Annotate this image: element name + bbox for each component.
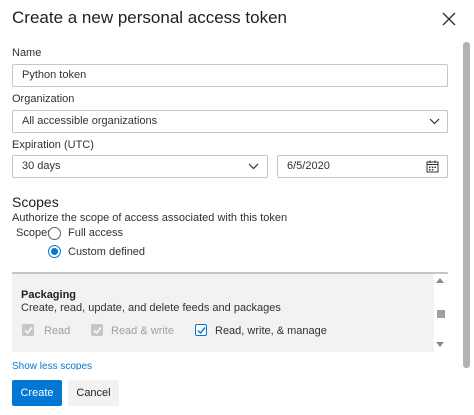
- packaging-title: Packaging: [21, 289, 77, 301]
- organization-select-value: All accessible organizations: [22, 115, 158, 127]
- name-input[interactable]: Python token: [12, 64, 448, 87]
- read-write-manage-checkbox[interactable]: [195, 324, 207, 336]
- dialog-title: Create a new personal access token: [12, 8, 287, 27]
- scopes-title: Scopes: [12, 194, 59, 210]
- read-label: Read: [44, 325, 71, 337]
- read-write-checkbox[interactable]: [91, 324, 103, 336]
- expiration-select-value: 30 days: [22, 160, 61, 172]
- close-icon[interactable]: [440, 10, 458, 28]
- scope-list-scrollbar-thumb[interactable]: [437, 310, 445, 318]
- chevron-down-icon: [248, 163, 259, 170]
- checkmark-icon: [24, 327, 33, 335]
- expiration-date-value: 6/5/2020: [287, 160, 330, 172]
- full-access-label[interactable]: Full access: [68, 227, 123, 239]
- checkmark-icon: [197, 327, 206, 335]
- expiration-label: Expiration (UTC): [12, 139, 94, 151]
- read-write-label: Read & write: [111, 325, 174, 337]
- scroll-down-arrow-icon[interactable]: [436, 342, 444, 347]
- expiration-select[interactable]: 30 days: [12, 155, 268, 178]
- custom-defined-radio[interactable]: [48, 245, 61, 258]
- checkmark-icon: [93, 327, 102, 335]
- full-access-radio[interactable]: [48, 227, 61, 240]
- organization-select[interactable]: All accessible organizations: [12, 110, 448, 133]
- name-label: Name: [12, 47, 42, 59]
- custom-defined-label[interactable]: Custom defined: [68, 246, 145, 258]
- page-scrollbar-thumb[interactable]: [463, 42, 470, 368]
- create-button[interactable]: Create: [12, 380, 62, 406]
- page-scrollbar[interactable]: [463, 42, 470, 372]
- read-checkbox[interactable]: [22, 324, 34, 336]
- organization-label: Organization: [12, 93, 75, 105]
- chevron-down-icon: [429, 118, 440, 125]
- read-write-manage-label: Read, write, & manage: [215, 325, 327, 337]
- scope-list-scrollbar[interactable]: [434, 274, 448, 352]
- expiration-date-input[interactable]: 6/5/2020: [277, 155, 448, 178]
- scopes-description: Authorize the scope of access associated…: [12, 212, 288, 224]
- calendar-icon[interactable]: [426, 160, 439, 173]
- packaging-description: Create, read, update, and delete feeds a…: [21, 302, 281, 314]
- scroll-up-arrow-icon[interactable]: [436, 278, 444, 283]
- show-less-scopes-link[interactable]: Show less scopes: [12, 361, 92, 370]
- cancel-button[interactable]: Cancel: [68, 380, 119, 406]
